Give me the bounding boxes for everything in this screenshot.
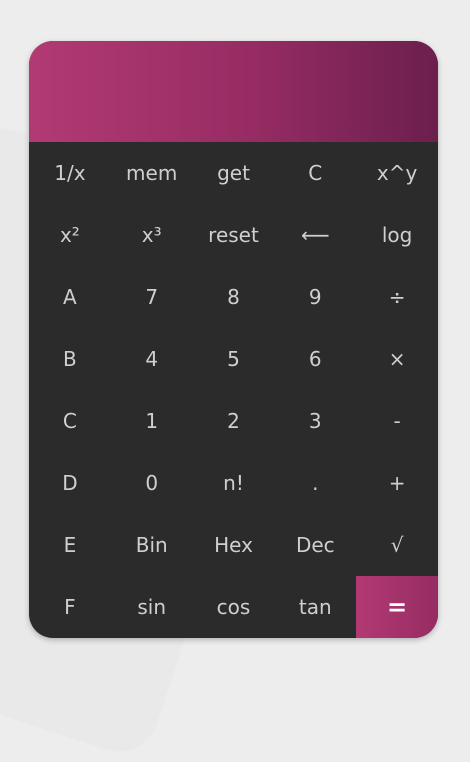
key-hex-e[interactable]: E: [29, 514, 111, 576]
key-sqrt[interactable]: √: [356, 514, 438, 576]
key-tan[interactable]: tan: [274, 576, 356, 638]
key-5[interactable]: 5: [193, 328, 275, 390]
keypad: 1/x mem get C x^y x² x³ reset ⟵ log A 7 …: [29, 142, 438, 638]
key-hexadecimal[interactable]: Hex: [193, 514, 275, 576]
key-mem[interactable]: mem: [111, 142, 193, 204]
key-log[interactable]: log: [356, 204, 438, 266]
key-decimal[interactable]: .: [274, 452, 356, 514]
key-power[interactable]: x^y: [356, 142, 438, 204]
key-hex-c[interactable]: C: [29, 390, 111, 452]
key-divide[interactable]: ÷: [356, 266, 438, 328]
key-1[interactable]: 1: [111, 390, 193, 452]
key-get[interactable]: get: [193, 142, 275, 204]
key-backspace[interactable]: ⟵: [274, 204, 356, 266]
key-4[interactable]: 4: [111, 328, 193, 390]
key-cube[interactable]: x³: [111, 204, 193, 266]
key-equals[interactable]: =: [356, 576, 438, 638]
calculator: 1/x mem get C x^y x² x³ reset ⟵ log A 7 …: [29, 41, 438, 638]
key-hex-d[interactable]: D: [29, 452, 111, 514]
key-add[interactable]: +: [356, 452, 438, 514]
key-9[interactable]: 9: [274, 266, 356, 328]
key-hex-f[interactable]: F: [29, 576, 111, 638]
key-7[interactable]: 7: [111, 266, 193, 328]
key-cos[interactable]: cos: [193, 576, 275, 638]
key-reset[interactable]: reset: [193, 204, 275, 266]
key-factorial[interactable]: n!: [193, 452, 275, 514]
key-hex-b[interactable]: B: [29, 328, 111, 390]
key-multiply[interactable]: ×: [356, 328, 438, 390]
key-0[interactable]: 0: [111, 452, 193, 514]
key-clear[interactable]: C: [274, 142, 356, 204]
key-binary[interactable]: Bin: [111, 514, 193, 576]
key-6[interactable]: 6: [274, 328, 356, 390]
key-square[interactable]: x²: [29, 204, 111, 266]
key-sin[interactable]: sin: [111, 576, 193, 638]
calculator-display: [29, 41, 438, 142]
key-3[interactable]: 3: [274, 390, 356, 452]
key-hex-a[interactable]: A: [29, 266, 111, 328]
key-8[interactable]: 8: [193, 266, 275, 328]
key-decimal-mode[interactable]: Dec: [274, 514, 356, 576]
key-reciprocal[interactable]: 1/x: [29, 142, 111, 204]
key-2[interactable]: 2: [193, 390, 275, 452]
key-subtract[interactable]: -: [356, 390, 438, 452]
